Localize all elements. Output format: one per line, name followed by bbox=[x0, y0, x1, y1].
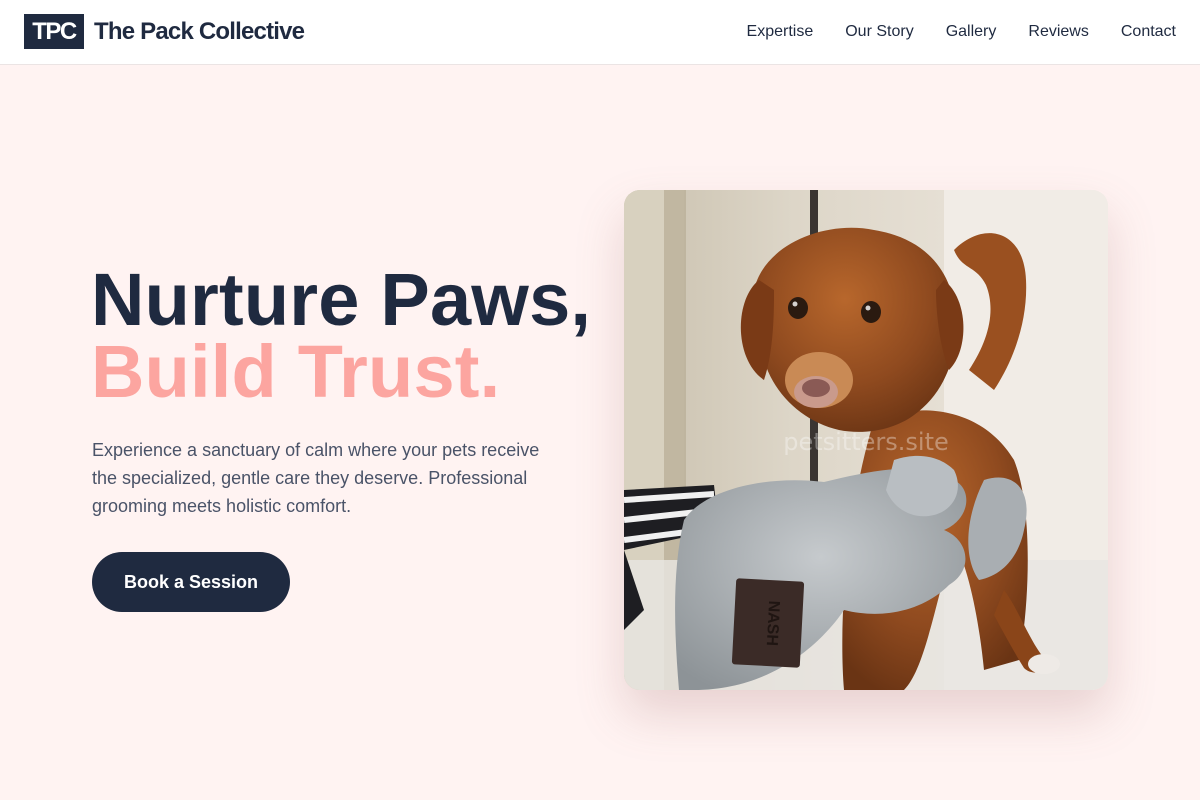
hero-title: Nurture Paws, Build Trust. bbox=[91, 258, 592, 413]
top-navigation: TPC The Pack Collective Expertise Our St… bbox=[0, 0, 1200, 65]
nav-link-contact[interactable]: Contact bbox=[1121, 23, 1176, 41]
nav-links: Expertise Our Story Gallery Reviews Cont… bbox=[715, 0, 1176, 64]
nav-link-reviews[interactable]: Reviews bbox=[1028, 23, 1088, 41]
brand-name: The Pack Collective bbox=[94, 17, 305, 45]
towel-tag-text: NASH bbox=[763, 600, 782, 646]
nav-link-our-story[interactable]: Our Story bbox=[845, 23, 913, 41]
nav-link-expertise[interactable]: Expertise bbox=[747, 23, 814, 41]
hero-image-dog-grooming: NASH petsitters.site bbox=[624, 190, 1108, 690]
hero-title-line-1: Nurture Paws, bbox=[91, 258, 592, 341]
hero-title-line-2: Build Trust. bbox=[91, 330, 501, 413]
nav-link-gallery[interactable]: Gallery bbox=[946, 23, 997, 41]
brand-logo: TPC bbox=[24, 14, 84, 49]
image-watermark: petsitters.site bbox=[783, 428, 949, 456]
book-session-button[interactable]: Book a Session bbox=[92, 552, 290, 612]
hero-description: Experience a sanctuary of calm where you… bbox=[92, 440, 540, 516]
brand[interactable]: TPC The Pack Collective bbox=[24, 14, 305, 49]
